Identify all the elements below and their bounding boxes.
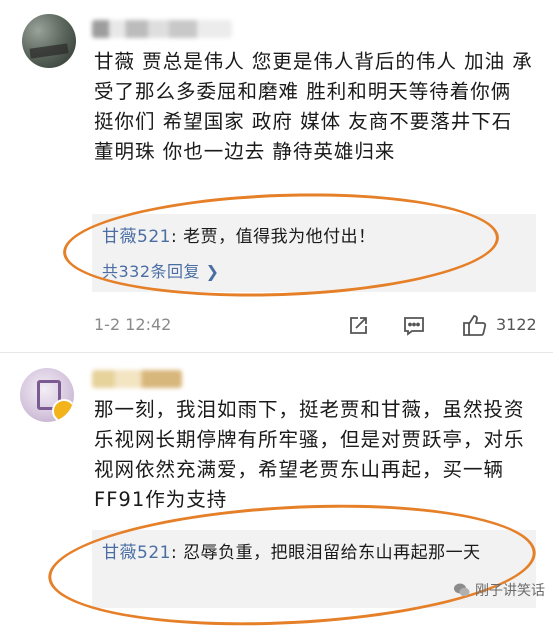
reply-line: 甘薇521: 忍辱负重，把眼泪留给东山再起那一天 [102,540,522,566]
comment-item: 那一刻，我泪如雨下，挺老贾和甘薇，虽然投资乐视网长期停牌有所牢骚，但是对贾跃亭，… [0,0,553,637]
verified-badge-icon [52,399,74,422]
wechat-logo-icon [454,583,470,597]
avatar[interactable] [20,368,74,422]
watermark-text: 刚子讲笑话 [475,583,545,599]
reply-text: : 忍辱负重，把眼泪留给东山再起那一天 [170,543,481,563]
reply-author[interactable]: 甘薇521 [102,543,171,563]
username-blurred[interactable] [92,370,182,388]
watermark: 刚子讲笑话 [453,580,545,600]
comment-text: 那一刻，我泪如雨下，挺老贾和甘薇，虽然投资乐视网长期停牌有所牢骚，但是对贾跃亭，… [94,398,525,511]
